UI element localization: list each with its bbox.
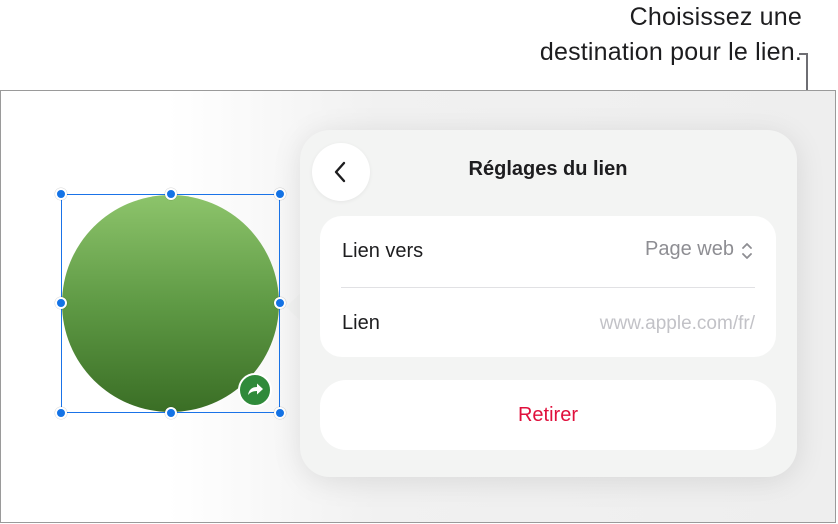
link-to-selector[interactable]: Page web [560, 236, 756, 266]
resize-handle-top-left[interactable] [55, 188, 67, 200]
resize-handle-left[interactable] [55, 297, 67, 309]
callout-line-1: Choisissez une [629, 3, 802, 31]
chevron-up-down-icon [742, 243, 752, 259]
link-label: Lien [342, 312, 380, 334]
resize-handle-bottom[interactable] [165, 407, 177, 419]
back-button[interactable] [312, 143, 370, 201]
remove-link-button[interactable]: Retirer [320, 380, 776, 450]
row-divider [341, 287, 755, 288]
resize-handle-right[interactable] [274, 297, 286, 309]
popover-title: Réglages du lien [468, 158, 628, 180]
resize-handle-bottom-right[interactable] [274, 407, 286, 419]
popover-arrow [286, 293, 301, 321]
link-url-field[interactable]: www.apple.com/fr/ [515, 313, 755, 335]
callout-text: Choisissez une destination pour le lien. [402, 0, 802, 70]
link-to-label: Lien vers [342, 240, 424, 262]
callout-line-2: destination pour le lien. [539, 38, 802, 66]
resize-handle-bottom-left[interactable] [55, 407, 67, 419]
chevron-left-icon [334, 161, 346, 183]
resize-handle-top-right[interactable] [274, 188, 286, 200]
link-arrow-icon[interactable] [238, 373, 272, 407]
resize-handle-top[interactable] [165, 188, 177, 200]
link-to-value: Page web [645, 238, 734, 260]
